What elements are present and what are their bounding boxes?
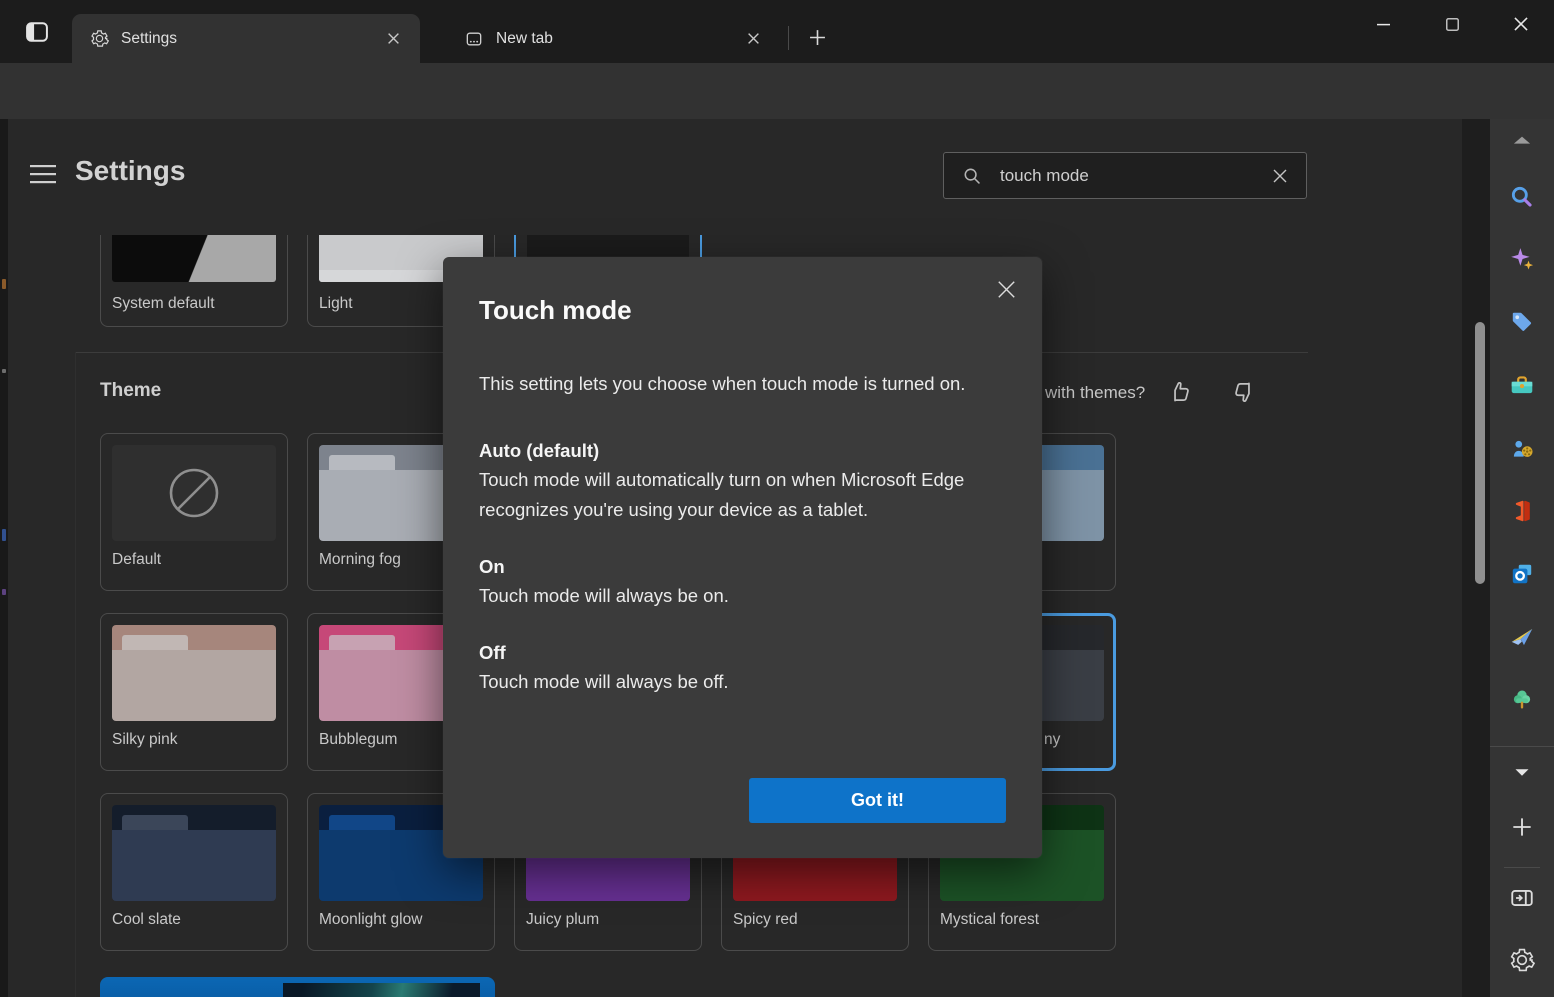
tab-settings[interactable]: Settings [72,14,420,63]
screen-edge-strip [0,119,8,997]
search-input[interactable] [998,165,1268,187]
theme-card[interactable]: Default [100,433,288,591]
window-minimize-button[interactable] [1352,0,1414,48]
option-off: Off Touch mode will always be off. [479,642,1024,697]
tab-divider [788,26,789,50]
browser-toolbar: Edge | edge://settings/?search=touch%20m… [0,63,1554,119]
games-icon[interactable] [1509,435,1535,461]
tab-strip: Settings New tab [0,0,1554,63]
appearance-card-thumbnail [112,235,276,282]
prohibit-icon [166,465,222,521]
menu-icon[interactable] [30,163,56,185]
sidebar-divider [1490,746,1554,747]
option-on: On Touch mode will always be on. [479,556,1024,611]
toolbox-icon[interactable] [1509,372,1535,398]
theme-section-heading: Theme [100,380,161,402]
sidebar-divider [1504,867,1540,868]
thumbs-down-icon[interactable] [1228,377,1258,407]
theme-feedback-text: with themes? [1045,383,1145,403]
edge-sidebar [1490,119,1554,997]
dialog-close-icon[interactable] [992,275,1020,303]
window-close-button[interactable] [1490,0,1552,48]
scroll-up-icon[interactable] [1509,128,1535,154]
new-tab-page-icon [464,29,484,49]
option-desc: Touch mode will automatically turn on wh… [479,465,1024,525]
tab-title: New tab [496,30,740,48]
theme-banner-image [283,983,480,997]
option-auto: Auto (default) Touch mode will automatic… [479,440,1024,525]
tab-actions-icon[interactable] [22,18,52,46]
theme-card-label: Cool slate [112,911,276,929]
appearance-card-label: System default [112,295,276,313]
tab-close-icon[interactable] [380,26,406,52]
option-name: Off [479,642,1024,664]
edge-browser-window: Settings New tab [0,0,1554,997]
window-maximize-button[interactable] [1421,0,1483,48]
outlook-icon[interactable] [1509,561,1535,587]
copilot-icon[interactable] [1509,246,1535,272]
got-it-button[interactable]: Got it! [749,778,1006,823]
theme-card-label: Mystical forest [940,911,1104,929]
option-desc: Touch mode will always be on. [479,581,1024,611]
search-icon[interactable] [1509,184,1535,210]
option-name: Auto (default) [479,440,1024,462]
office-icon[interactable] [1509,498,1535,524]
shopping-tag-icon[interactable] [1509,309,1535,335]
new-tab-button[interactable] [802,22,832,52]
theme-card[interactable]: Cool slate [100,793,288,951]
theme-card-label: Default [112,551,276,569]
appearance-card[interactable]: System default [100,235,288,327]
drop-plane-icon[interactable] [1509,624,1535,650]
thumbs-up-icon[interactable] [1166,377,1196,407]
theme-card-label: Juicy plum [526,911,690,929]
theme-card-label: Silky pink [112,731,276,749]
theme-banner-partial[interactable] [100,977,495,997]
theme-card-label: Moonlight glow [319,911,483,929]
tab-close-icon[interactable] [740,26,766,52]
tab-new-tab[interactable]: New tab [446,14,780,63]
search-icon [961,165,983,187]
add-icon[interactable] [1509,814,1535,840]
theme-card-thumbnail [112,445,276,541]
settings-search-box[interactable] [943,152,1307,199]
sidebar-panel-icon[interactable] [1509,885,1535,911]
page-title: Settings [75,155,185,187]
clear-search-icon[interactable] [1268,164,1292,188]
dialog-title: Touch mode [479,295,1006,326]
option-name: On [479,556,1024,578]
theme-card-thumbnail [112,805,276,901]
theme-card[interactable]: Silky pink [100,613,288,771]
content-edge-line [75,352,76,997]
settings-gear-icon[interactable] [1509,947,1535,973]
scrollbar-thumb[interactable] [1475,322,1485,584]
option-desc: Touch mode will always be off. [479,667,1024,697]
collapse-icon[interactable] [1509,759,1535,785]
touch-mode-dialog: Touch mode This setting lets you choose … [443,257,1042,858]
dialog-intro: This setting lets you choose when touch … [479,368,1019,400]
tree-icon[interactable] [1509,687,1535,713]
gear-icon [90,29,109,48]
theme-card-label: Spicy red [733,911,897,929]
theme-card-thumbnail [112,625,276,721]
tab-title: Settings [121,30,380,48]
